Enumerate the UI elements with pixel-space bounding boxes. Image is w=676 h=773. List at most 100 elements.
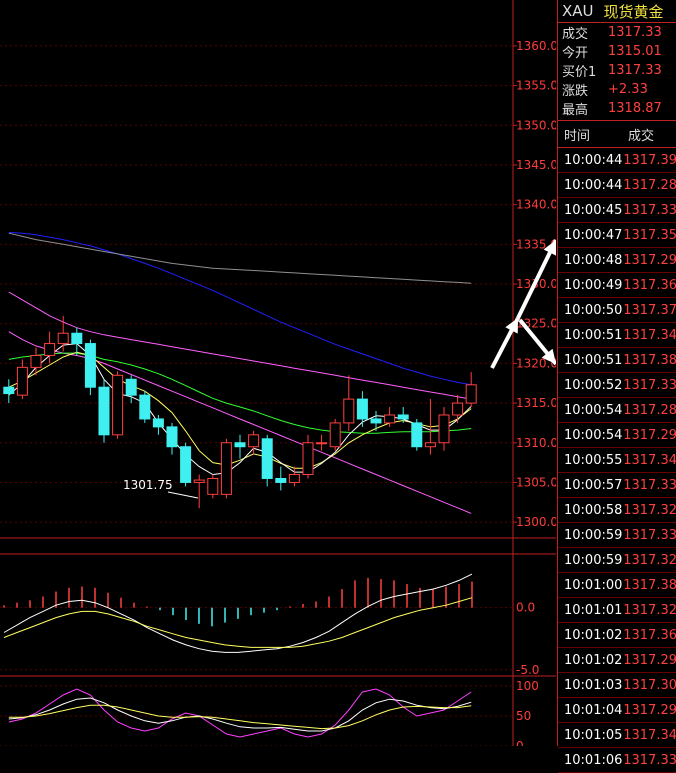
tick-time: 10:01:02 xyxy=(564,627,623,643)
tick-row[interactable]: 10:00:59 1317.33 xyxy=(558,523,676,548)
candle[interactable] xyxy=(98,379,110,443)
candle[interactable] xyxy=(207,474,219,499)
candle[interactable] xyxy=(261,434,273,487)
tick-price: 1317.33 xyxy=(623,477,676,493)
symbol-code: XAU xyxy=(562,2,594,20)
candle-body xyxy=(370,418,382,424)
tick-price: 1317.38 xyxy=(623,352,676,368)
tick-row[interactable]: 10:01:00 1317.38 xyxy=(558,573,676,598)
candle[interactable] xyxy=(411,418,423,451)
candle[interactable] xyxy=(3,379,15,404)
tick-row[interactable]: 10:00:54 1317.29 xyxy=(558,423,676,448)
y-tick-label: 1300.0 xyxy=(516,515,556,529)
y-tick-label: 1315.0 xyxy=(516,396,556,410)
tick-table-header: 时间 成交 xyxy=(558,120,676,148)
quote-row-change: 涨跌 +2.33 xyxy=(562,82,648,99)
candle-body xyxy=(180,446,192,483)
candle-body xyxy=(248,434,260,448)
candle[interactable] xyxy=(220,438,232,499)
candle[interactable] xyxy=(166,422,178,455)
tick-row[interactable]: 10:01:04 1317.29 xyxy=(558,698,676,723)
candle[interactable] xyxy=(112,371,124,439)
tick-price: 1317.28 xyxy=(623,177,676,193)
tick-time: 10:00:44 xyxy=(564,152,623,168)
tick-row[interactable]: 10:00:54 1317.28 xyxy=(558,398,676,423)
candle[interactable] xyxy=(180,442,192,487)
candle-body xyxy=(424,442,436,448)
tick-price: 1317.33 xyxy=(623,202,676,218)
candlesticks[interactable] xyxy=(3,315,477,509)
tick-row[interactable]: 10:00:51 1317.38 xyxy=(558,348,676,373)
candle[interactable] xyxy=(193,474,205,509)
candle[interactable] xyxy=(234,434,246,459)
tick-row[interactable]: 10:00:48 1317.29 xyxy=(558,248,676,273)
candle[interactable] xyxy=(452,395,464,423)
candle[interactable] xyxy=(71,327,83,356)
tick-time: 10:01:02 xyxy=(564,652,623,668)
candle[interactable] xyxy=(329,418,341,451)
tick-time: 10:00:51 xyxy=(564,352,623,368)
tick-row[interactable]: 10:01:03 1317.30 xyxy=(558,673,676,698)
tick-list[interactable]: 10:00:44 1317.39 10:00:44 1317.28 10:00:45 13… xyxy=(558,148,676,773)
y-tick-label: 0 xyxy=(516,739,524,746)
candle[interactable] xyxy=(16,359,28,400)
tick-price: 1317.29 xyxy=(623,427,676,443)
tick-row[interactable]: 10:01:05 1317.34 xyxy=(558,723,676,748)
y-tick-label: 100 xyxy=(516,679,539,693)
tick-row[interactable]: 10:00:59 1317.32 xyxy=(558,548,676,573)
tick-row[interactable]: 10:00:50 1317.37 xyxy=(558,298,676,323)
tick-price: 1317.32 xyxy=(623,502,676,518)
tick-price: 1317.33 xyxy=(623,377,676,393)
y-tick-label: 1360.0 xyxy=(516,39,556,53)
tick-price: 1317.32 xyxy=(623,602,676,618)
candle[interactable] xyxy=(316,434,328,451)
tick-time: 10:00:59 xyxy=(564,552,623,568)
tick-row[interactable]: 10:01:02 1317.29 xyxy=(558,648,676,673)
tick-time: 10:00:58 xyxy=(564,502,623,518)
candle[interactable] xyxy=(370,411,382,431)
candle[interactable] xyxy=(302,434,314,479)
kline-chart-area[interactable]: 1360.01355.01350.01345.01340.01335.01330… xyxy=(0,0,556,746)
moving-average-line xyxy=(8,232,472,284)
candle[interactable] xyxy=(275,466,287,491)
tick-row[interactable]: 10:00:47 1317.35 xyxy=(558,223,676,248)
tick-row[interactable]: 10:00:44 1317.39 xyxy=(558,148,676,173)
candle[interactable] xyxy=(356,391,368,427)
candle[interactable] xyxy=(465,372,477,408)
candle-body xyxy=(411,422,423,448)
tick-row[interactable]: 10:00:58 1317.32 xyxy=(558,498,676,523)
candle[interactable] xyxy=(139,391,151,423)
candle[interactable] xyxy=(248,430,260,455)
macd-line xyxy=(3,597,473,648)
tick-time: 10:01:01 xyxy=(564,602,623,618)
tick-row[interactable]: 10:01:02 1317.36 xyxy=(558,623,676,648)
tick-row[interactable]: 10:00:55 1317.34 xyxy=(558,448,676,473)
tick-price: 1317.34 xyxy=(623,327,676,343)
tick-price: 1317.29 xyxy=(623,652,676,668)
candle[interactable] xyxy=(125,375,137,404)
tick-time: 10:01:06 xyxy=(564,752,623,768)
panel-frames xyxy=(0,0,556,746)
tick-row[interactable]: 10:01:06 1317.33 xyxy=(558,748,676,773)
candle[interactable] xyxy=(84,339,96,396)
tick-row[interactable]: 10:00:45 1317.33 xyxy=(558,198,676,223)
tick-row[interactable]: 10:00:44 1317.28 xyxy=(558,173,676,198)
tick-time: 10:00:44 xyxy=(564,177,623,193)
kline-chart[interactable]: 1360.01355.01350.01345.01340.01335.01330… xyxy=(0,0,556,746)
candle-body xyxy=(98,386,110,436)
candle-body xyxy=(3,386,15,395)
tick-time: 10:01:05 xyxy=(564,727,623,743)
tick-time: 10:00:55 xyxy=(564,452,623,468)
candle-body xyxy=(356,398,368,420)
tick-time: 10:00:54 xyxy=(564,427,623,443)
candle[interactable] xyxy=(438,407,450,451)
tick-row[interactable]: 10:00:51 1317.34 xyxy=(558,323,676,348)
candle[interactable] xyxy=(343,375,355,431)
tick-row[interactable]: 10:00:52 1317.33 xyxy=(558,373,676,398)
tick-row[interactable]: 10:00:49 1317.36 xyxy=(558,273,676,298)
tick-time: 10:00:47 xyxy=(564,227,623,243)
tick-row[interactable]: 10:01:01 1317.32 xyxy=(558,598,676,623)
candle[interactable] xyxy=(57,315,69,352)
quote-panel: XAU 现货黄金 成交 1317.33 今开 1315.01 买价1 1317.33 … xyxy=(557,0,676,773)
tick-row[interactable]: 10:00:57 1317.33 xyxy=(558,473,676,498)
